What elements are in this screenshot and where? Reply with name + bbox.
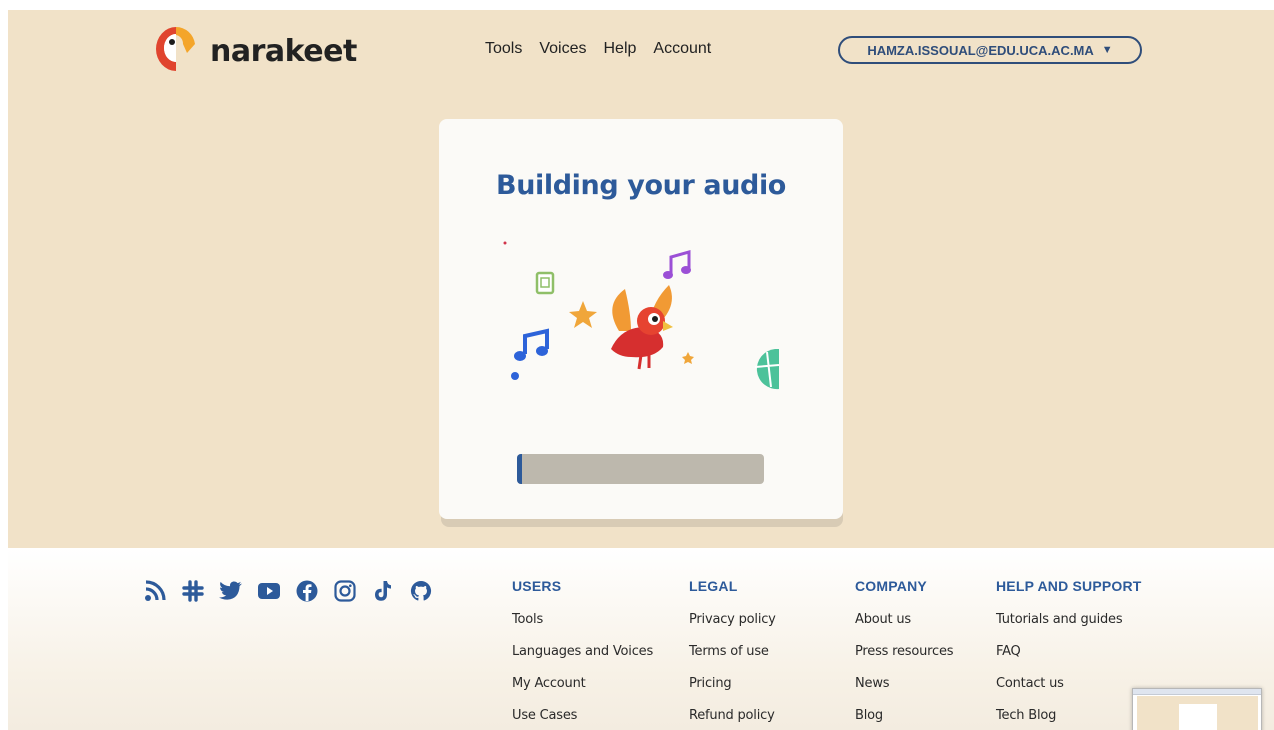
page: narakeet Tools Voices Help Account HAMZA… xyxy=(8,10,1274,730)
teal-ball-icon xyxy=(754,349,779,390)
footer-link-press[interactable]: Press resources xyxy=(855,644,954,676)
footer-link-use-cases[interactable]: Use Cases xyxy=(512,708,653,730)
footer-link-about[interactable]: About us xyxy=(855,612,953,644)
github-icon[interactable] xyxy=(402,578,440,604)
thumbnail-card xyxy=(1179,704,1217,730)
orange-star-icon xyxy=(569,301,597,328)
dot-decoration xyxy=(503,241,507,245)
note-card-icon xyxy=(535,271,555,295)
narakeet-logo[interactable]: narakeet xyxy=(154,24,357,79)
account-menu-button[interactable]: HAMZA.ISSOUAL@EDU.UCA.AC.MA ▼ xyxy=(838,36,1142,64)
small-star-icon xyxy=(682,352,694,364)
thumbnail-toolbar xyxy=(1133,689,1261,695)
footer-col-users: USERS Tools Languages and Voices My Acco… xyxy=(512,578,653,730)
instagram-icon[interactable] xyxy=(326,578,364,604)
footer-link-tools[interactable]: Tools xyxy=(512,612,653,644)
footer-col-company: COMPANY About us Press resources News Bl… xyxy=(855,578,954,730)
footer-link-languages-voices[interactable]: Languages and Voices xyxy=(512,644,653,676)
nav-help[interactable]: Help xyxy=(604,40,637,58)
footer-col-legal: LEGAL Privacy policy Terms of use Pricin… xyxy=(689,578,776,730)
footer-link-refund[interactable]: Refund policy xyxy=(689,708,776,730)
footer-heading-company: COMPANY xyxy=(855,578,927,594)
slack-icon[interactable] xyxy=(174,578,212,604)
footer: USERS Tools Languages and Voices My Acco… xyxy=(8,548,1274,730)
rss-icon[interactable] xyxy=(136,578,174,604)
thumbnail-page xyxy=(1137,696,1258,730)
blue-music-note-icon xyxy=(511,328,549,380)
twitter-icon[interactable] xyxy=(212,578,250,604)
footer-link-terms[interactable]: Terms of use xyxy=(689,644,776,676)
footer-heading-help: HELP AND SUPPORT xyxy=(996,578,1142,594)
footer-link-tech-blog[interactable]: Tech Blog xyxy=(996,708,1142,730)
card-title: Building your audio xyxy=(496,170,786,201)
footer-link-blog[interactable]: Blog xyxy=(855,708,953,730)
parrot-character xyxy=(611,285,673,370)
facebook-icon[interactable] xyxy=(288,578,326,604)
footer-link-news[interactable]: News xyxy=(855,676,953,708)
progress-fill xyxy=(517,454,522,484)
purple-music-note-icon xyxy=(663,250,691,279)
nav-tools[interactable]: Tools xyxy=(485,40,522,58)
nav-voices[interactable]: Voices xyxy=(539,40,586,58)
footer-link-tutorials[interactable]: Tutorials and guides xyxy=(996,612,1142,644)
parrot-logo-icon xyxy=(154,24,198,79)
social-links xyxy=(136,578,440,604)
footer-link-my-account[interactable]: My Account xyxy=(512,676,653,708)
footer-link-pricing[interactable]: Pricing xyxy=(689,676,776,708)
account-email: HAMZA.ISSOUAL@EDU.UCA.AC.MA xyxy=(867,42,1094,58)
main-nav: Tools Voices Help Account xyxy=(485,40,711,58)
progress-bar xyxy=(517,454,764,484)
building-audio-card: Building your audio xyxy=(439,119,843,519)
footer-col-help: HELP AND SUPPORT Tutorials and guides FA… xyxy=(996,578,1142,730)
caret-down-icon: ▼ xyxy=(1101,44,1113,56)
footer-heading-legal: LEGAL xyxy=(689,578,738,594)
parrot-music-illustration xyxy=(503,241,779,390)
logo-text: narakeet xyxy=(210,34,357,69)
screen-recording-thumbnail[interactable] xyxy=(1132,688,1262,730)
footer-heading-users: USERS xyxy=(512,578,562,594)
youtube-icon[interactable] xyxy=(250,578,288,604)
nav-account[interactable]: Account xyxy=(653,40,711,58)
footer-link-faq[interactable]: FAQ xyxy=(996,644,1142,676)
footer-link-contact[interactable]: Contact us xyxy=(996,676,1142,708)
tiktok-icon[interactable] xyxy=(364,578,402,604)
footer-link-privacy[interactable]: Privacy policy xyxy=(689,612,776,644)
